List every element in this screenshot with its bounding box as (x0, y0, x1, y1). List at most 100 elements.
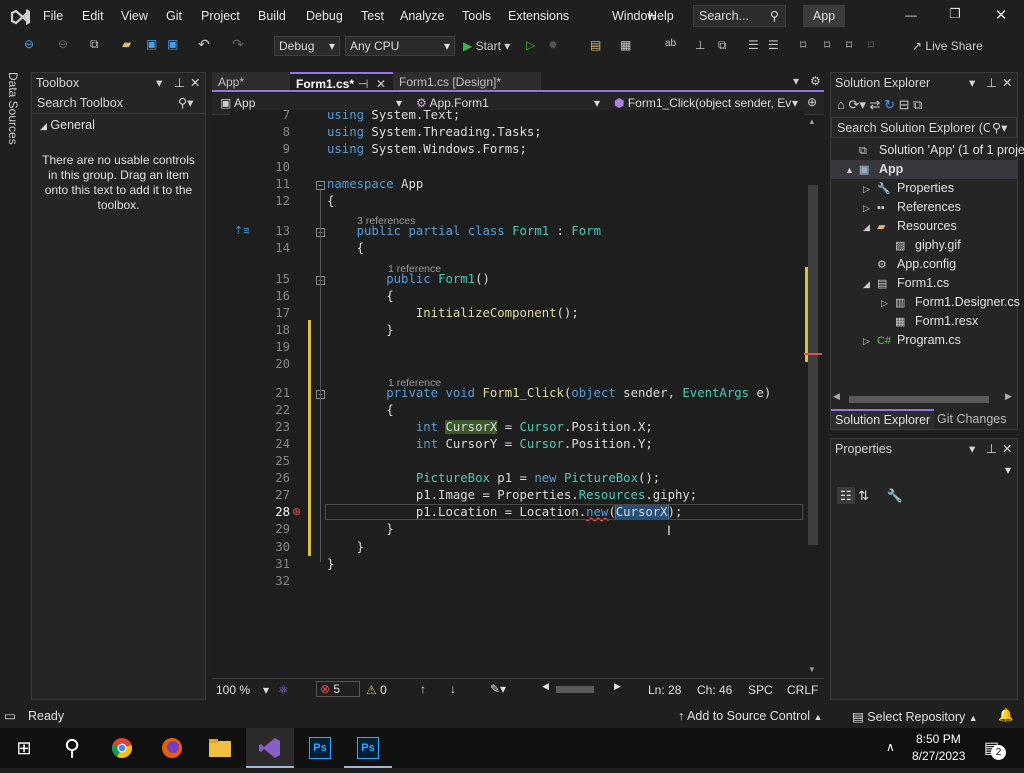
select-repository[interactable]: ▤ Select Repository ▲ (852, 709, 978, 724)
line-number[interactable]: Ln: 28 (648, 683, 681, 697)
ai-icon[interactable]: ⚛ (278, 683, 289, 697)
maximize-button[interactable]: ❐ (942, 6, 968, 24)
start-without-debug-icon[interactable]: ▷ (526, 38, 535, 52)
new-project-icon[interactable]: ⧉ (90, 37, 99, 52)
redo-icon[interactable]: ↷ (232, 36, 244, 53)
solution-tree-item[interactable]: ▨ giphy.gif (831, 236, 1017, 255)
open-icon[interactable]: ▰ (122, 37, 131, 51)
notifications-icon[interactable]: 🔔 (998, 708, 1014, 723)
warning-count[interactable]: ⚠ 0 (366, 683, 387, 697)
back-icon[interactable]: ⊖ (24, 37, 34, 51)
file-explorer-icon[interactable] (196, 728, 244, 768)
chevron-down-icon[interactable]: ▾ (969, 439, 975, 459)
tab-git-changes[interactable]: Git Changes (937, 409, 1006, 429)
visual-studio-taskbar-icon[interactable] (246, 728, 294, 768)
bookmark-clear-icon[interactable]: ⌑ (868, 38, 874, 52)
close-icon[interactable]: ✕ (1002, 73, 1012, 93)
clock-time[interactable]: 8:50 PM (916, 732, 961, 746)
layout-icon[interactable]: ▦ (620, 38, 631, 52)
switch-views-icon[interactable]: ⇄ (870, 97, 881, 112)
browse-icon[interactable]: ▤ (590, 38, 601, 52)
code-line[interactable]: int CursorY = Cursor.Position.Y; (327, 437, 653, 451)
solution-tree-item[interactable]: ◢ ▤ Form1.cs (831, 274, 1017, 293)
error-count[interactable]: ⊗ 5 (316, 681, 360, 697)
solution-tree-item[interactable]: ▦ Form1.resx (831, 312, 1017, 331)
code-line[interactable]: namespace App (327, 177, 423, 191)
code-line[interactable]: int CursorX = Cursor.Position.X; (327, 420, 653, 434)
spell-check-icon[interactable]: ab (665, 38, 676, 49)
scroll-right-icon[interactable]: ▶ (1005, 391, 1012, 402)
pin-icon[interactable]: ⊥ (986, 439, 997, 459)
save-icon[interactable]: ▣ (146, 37, 157, 51)
scroll-right-icon[interactable]: ▶ (614, 681, 621, 692)
expander-icon[interactable]: ▷ (863, 199, 877, 218)
home-icon[interactable]: ⌂ (837, 97, 845, 112)
undo-icon[interactable]: ↶ (198, 36, 210, 53)
alphabetical-icon[interactable]: ⇅ (858, 488, 869, 503)
pin-icon[interactable]: ⊥ (986, 73, 997, 93)
tab-form1-design[interactable]: Form1.cs [Design]* (393, 72, 541, 92)
tab-form1-cs[interactable]: Form1.cs* ⊣ ✕ (290, 72, 393, 92)
solution-tree-item[interactable]: ▷ C# Program.cs (831, 331, 1017, 350)
solution-tree-item[interactable]: ▷ 🔧 Properties (831, 179, 1017, 198)
scroll-down-icon[interactable]: ▼ (808, 665, 816, 674)
platform-dropdown[interactable]: Any CPU ▾ (345, 36, 455, 56)
code-line[interactable]: using System.Text; (327, 110, 460, 122)
code-line[interactable]: } (327, 323, 393, 337)
show-all-icon[interactable]: ⧉ (913, 97, 922, 112)
bookmark-next-icon[interactable]: ⌑ (846, 38, 852, 52)
solution-tree-item[interactable]: ▷ ▥ Form1.Designer.cs (831, 293, 1020, 313)
hscroll-thumb[interactable] (556, 686, 594, 693)
solution-tree-item[interactable]: ⧉ Solution 'App' (1 of 1 project (831, 141, 1024, 160)
bookmark-icon[interactable]: ⌑ (800, 38, 806, 52)
scroll-up-icon[interactable]: ▲ (808, 117, 816, 126)
code-line[interactable]: { (327, 241, 364, 255)
code-line[interactable]: p1.Image = Properties.Resources.giphy; (327, 488, 697, 502)
start-button[interactable]: ▶ Start ▾ (463, 33, 510, 60)
go-to-base-icon[interactable]: ⇡≡ (234, 224, 250, 237)
scroll-left-icon[interactable]: ◀ (542, 681, 549, 692)
solution-tree-item[interactable]: ▷ ▪▪ References (831, 198, 1017, 217)
search-box[interactable]: Search... ⚲ (693, 5, 786, 27)
code-line[interactable]: using System.Windows.Forms; (327, 142, 527, 156)
tab-app[interactable]: App* (212, 72, 290, 92)
menu-debug[interactable]: Debug (306, 0, 343, 33)
properties-object-dropdown[interactable]: ▾ (831, 461, 1017, 481)
expander-icon[interactable]: ◢ (863, 218, 877, 237)
tab-solution-explorer[interactable]: Solution Explorer (831, 409, 935, 429)
close-icon[interactable]: ✕ (1002, 439, 1012, 459)
line-ending[interactable]: CRLF (787, 683, 818, 697)
hot-reload-icon[interactable]: ✹ (548, 38, 558, 52)
code-line[interactable]: } (327, 557, 334, 571)
code-line[interactable]: } (327, 522, 393, 536)
photoshop-icon-2[interactable]: Ps (344, 728, 392, 768)
add-to-source-control[interactable]: ↑ Add to Source Control ▲ (678, 709, 822, 723)
editor-scrollbar[interactable]: ▲ ▼ (804, 115, 822, 678)
menu-edit[interactable]: Edit (82, 0, 104, 33)
expander-icon[interactable]: ◢ (863, 275, 877, 294)
solution-tree-item[interactable]: ▲ ▣ App (831, 160, 1017, 179)
minimize-button[interactable]: — (896, 8, 926, 24)
menu-view[interactable]: View (121, 0, 148, 33)
copy-icon[interactable]: ⧉ (718, 38, 727, 53)
menu-git[interactable]: Git (166, 0, 182, 33)
hscroll-thumb[interactable] (849, 396, 989, 403)
codelens-references[interactable]: 1 reference (388, 377, 441, 389)
code-line[interactable]: { (327, 194, 334, 208)
indent-icon[interactable]: ☰ (748, 38, 759, 52)
menu-build[interactable]: Build (258, 0, 286, 33)
down-arrow-icon[interactable]: ↓ (450, 682, 456, 696)
up-arrow-icon[interactable]: ↑ (420, 682, 426, 696)
outdent-icon[interactable]: ☰ (768, 38, 779, 52)
code-line[interactable]: { (327, 403, 393, 417)
live-share-button[interactable]: ↗ Live Share (912, 33, 983, 60)
scroll-left-icon[interactable]: ◀ (833, 391, 840, 402)
chevron-up-icon[interactable]: ∧ (886, 740, 895, 754)
data-sources-tab[interactable]: Data Sources (6, 72, 20, 145)
error-lightbulb-icon[interactable]: ⊛ (292, 505, 301, 518)
column-number[interactable]: Ch: 46 (697, 683, 732, 697)
expander-icon[interactable]: ▷ (881, 294, 895, 313)
solution-hscrollbar[interactable]: ◀ ▶ (831, 391, 1017, 405)
code-line[interactable]: } (327, 540, 364, 554)
align-icon[interactable]: ⊥ (695, 38, 705, 52)
